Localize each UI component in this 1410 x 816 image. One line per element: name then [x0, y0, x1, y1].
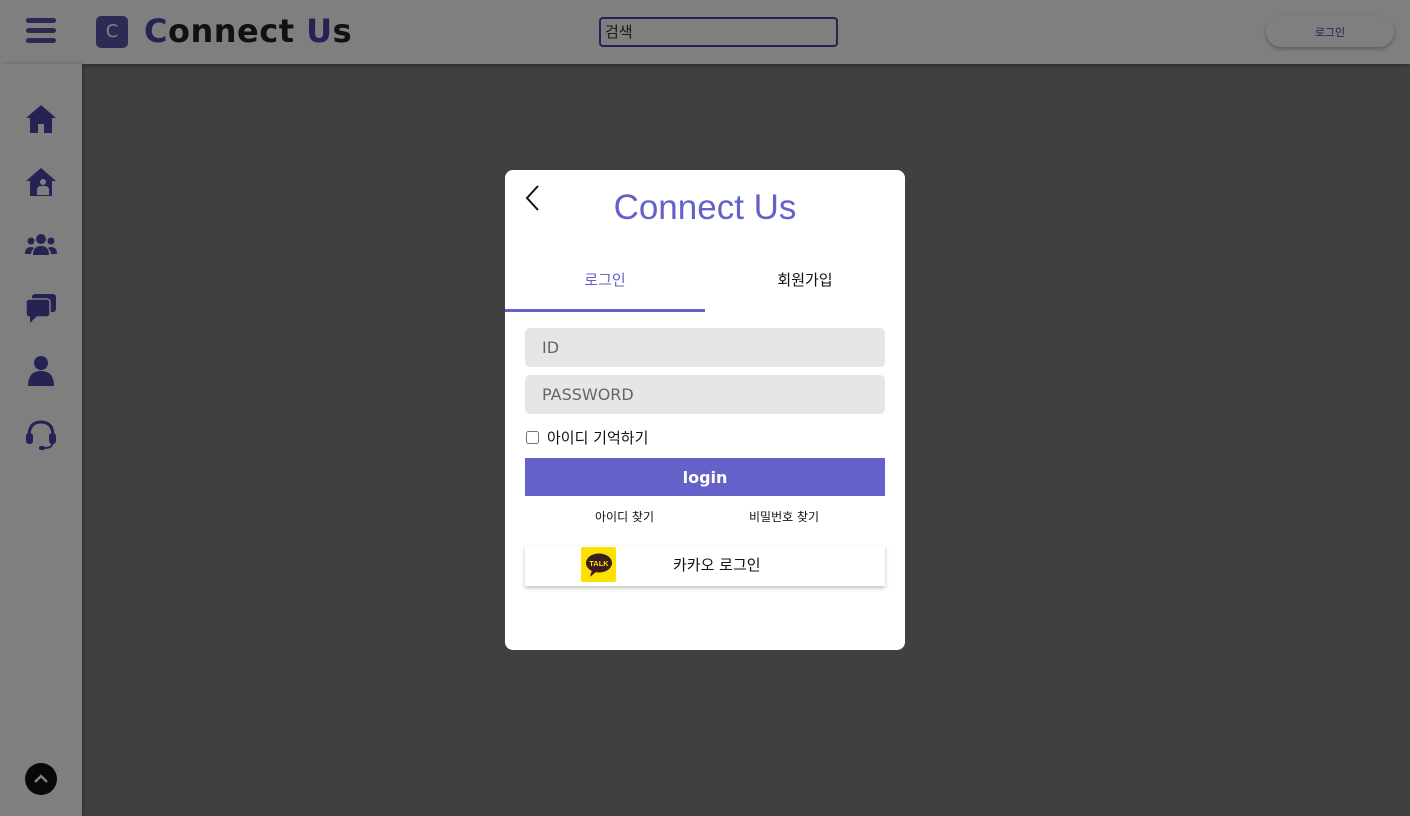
login-modal: Connect Us 로그인 회원가입 아이디 기억하기 login 아이디 찾…: [505, 170, 905, 650]
kakao-login-label: 카카오 로그인: [673, 556, 761, 574]
find-password-link[interactable]: 비밀번호 찾기: [749, 508, 819, 525]
find-id-link[interactable]: 아이디 찾기: [595, 508, 654, 525]
tab-signup[interactable]: 회원가입: [705, 258, 905, 312]
remember-id-label: 아이디 기억하기: [547, 429, 649, 447]
kakao-login-button[interactable]: TALK 카카오 로그인: [525, 546, 885, 586]
remember-id[interactable]: 아이디 기억하기: [525, 427, 648, 448]
password-input[interactable]: [525, 375, 885, 414]
kakao-talk-badge-text: TALK: [589, 559, 609, 568]
tab-login[interactable]: 로그인: [505, 258, 705, 312]
login-button[interactable]: login: [525, 458, 885, 496]
kakao-talk-icon: TALK: [581, 547, 616, 582]
id-input[interactable]: [525, 328, 885, 367]
remember-id-checkbox[interactable]: [526, 431, 539, 444]
modal-title: Connect Us: [613, 188, 797, 227]
